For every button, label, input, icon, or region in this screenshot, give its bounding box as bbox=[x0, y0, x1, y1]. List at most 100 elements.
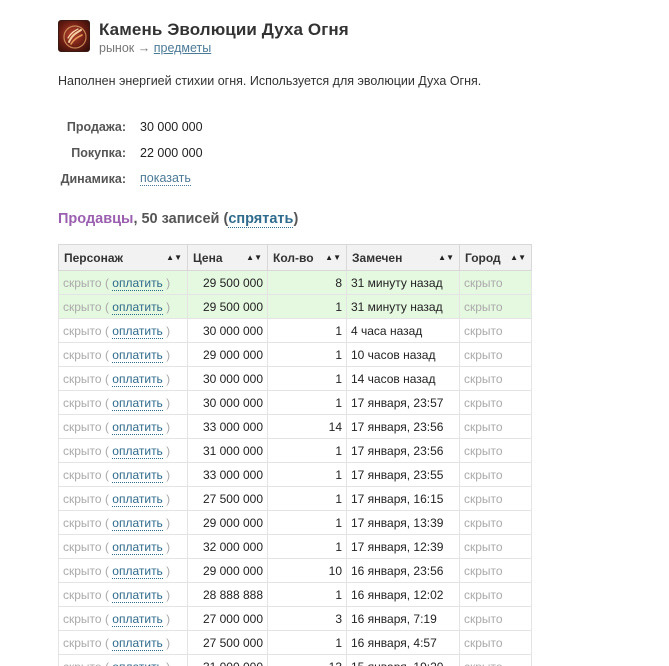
seen-cell: 16 января, 23:56 bbox=[346, 558, 460, 583]
page-title: Камень Эволюции Духа Огня bbox=[99, 20, 349, 39]
pay-link[interactable]: оплатить bbox=[112, 539, 163, 555]
hide-sellers-link[interactable]: спрятать bbox=[228, 211, 294, 228]
hidden-name: скрыто bbox=[63, 395, 102, 410]
table-row: скрыто ( оплатить ) 30 000 000 1 4 часа наз… bbox=[58, 318, 532, 343]
sell-price-value: 30 000 000 bbox=[140, 120, 203, 134]
table-row: скрыто ( оплатить )31 000 0001315 января… bbox=[58, 654, 532, 666]
hidden-name: скрыто bbox=[63, 563, 102, 578]
pay-link[interactable]: оплатить bbox=[112, 587, 163, 603]
sellers-table: Персонаж ▲▼ Цена ▲▼ Кол-во ▲▼ Замечен ▲▼ Гор… bbox=[58, 244, 532, 666]
hidden-name: скрыто bbox=[63, 371, 102, 386]
city-cell: скрыто bbox=[459, 438, 532, 463]
table-row: скрыто ( оплатить ) 27 000 000 3 16 января,… bbox=[58, 606, 532, 631]
pay-link[interactable]: оплатить bbox=[112, 371, 163, 387]
quantity-cell: 10 bbox=[267, 558, 347, 583]
column-header-price[interactable]: Цена ▲▼ bbox=[187, 244, 268, 271]
seller-character-cell: скрыто ( оплатить ) bbox=[58, 294, 188, 319]
pay-link[interactable]: оплатить bbox=[112, 347, 163, 363]
pay-link[interactable]: оплатить bbox=[112, 395, 163, 411]
city-cell: скрыто bbox=[459, 366, 532, 391]
seen-cell: 17 января, 12:39 bbox=[346, 534, 460, 559]
price-cell: 30 000 000 bbox=[187, 318, 268, 343]
seen-cell: 17 января, 23:56 bbox=[346, 414, 460, 439]
hidden-name: скрыто bbox=[63, 515, 102, 530]
pay-link[interactable]: оплатить bbox=[112, 467, 163, 483]
hidden-name: скрыто bbox=[63, 587, 102, 602]
sellers-table-body: скрыто ( оплатить ) 29 500 000 8 31 минуту … bbox=[58, 270, 532, 666]
sellers-title: Продавцы bbox=[58, 211, 134, 227]
quantity-cell: 1 bbox=[267, 438, 347, 463]
seller-character-cell: скрыто ( оплатить ) bbox=[58, 606, 188, 631]
item-description: Наполнен энергией стихии огня. Используе… bbox=[58, 74, 482, 88]
table-row: скрыто ( оплатить ) 28 888 888 1 16 января,… bbox=[58, 582, 532, 607]
quantity-cell: 1 bbox=[267, 390, 347, 415]
city-cell: скрыто bbox=[459, 270, 532, 295]
seen-cell: 17 января, 13:39 bbox=[346, 510, 460, 535]
seller-character-cell: скрыто ( оплатить ) bbox=[58, 414, 188, 439]
breadcrumb-root: рынок bbox=[99, 41, 135, 55]
quantity-cell: 13 bbox=[267, 654, 347, 666]
pay-link[interactable]: оплатить bbox=[112, 635, 163, 651]
table-row: скрыто ( оплатить ) 27 500 000 1 17 января,… bbox=[58, 486, 532, 511]
city-cell: скрыто bbox=[459, 318, 532, 343]
table-row: скрыто ( оплатить ) 33 000 000 14 17 января… bbox=[58, 414, 532, 439]
city-cell: скрыто bbox=[459, 390, 532, 415]
column-header-seen[interactable]: Замечен ▲▼ bbox=[346, 244, 460, 271]
show-dynamics-link[interactable]: показать bbox=[140, 172, 191, 186]
hidden-name: скрыто bbox=[63, 347, 102, 362]
pay-link[interactable]: оплатить bbox=[112, 491, 163, 507]
dynamics-label: Динамика: bbox=[60, 172, 126, 186]
city-cell: скрыто bbox=[459, 654, 532, 666]
sellers-count: , 50 записей ( bbox=[133, 211, 229, 227]
breadcrumb-arrow: → bbox=[137, 41, 151, 55]
city-cell: скрыто bbox=[459, 606, 532, 631]
column-header-quantity[interactable]: Кол-во ▲▼ bbox=[267, 244, 347, 271]
pay-link[interactable]: оплатить bbox=[112, 323, 163, 339]
hidden-name: скрыто bbox=[63, 539, 102, 554]
pay-link[interactable]: оплатить bbox=[112, 611, 163, 627]
hidden-name: скрыто bbox=[63, 611, 102, 626]
quantity-cell: 1 bbox=[267, 294, 347, 319]
city-cell: скрыто bbox=[459, 558, 532, 583]
quantity-cell: 14 bbox=[267, 414, 347, 439]
pay-link[interactable]: оплатить bbox=[112, 515, 163, 531]
price-cell: 30 000 000 bbox=[187, 366, 268, 391]
table-row: скрыто ( оплатить ) 29 500 000 8 31 минуту … bbox=[58, 270, 532, 295]
seller-character-cell: скрыто ( оплатить ) bbox=[58, 438, 188, 463]
seller-character-cell: скрыто ( оплатить ) bbox=[58, 342, 188, 367]
table-row: скрыто ( оплатить ) 33 000 000 1 17 января,… bbox=[58, 462, 532, 487]
pay-link[interactable]: оплатить bbox=[112, 659, 163, 666]
dynamics-row: Динамика: показать bbox=[58, 166, 203, 192]
sort-icon: ▲▼ bbox=[166, 253, 182, 262]
pay-link[interactable]: оплатить bbox=[112, 443, 163, 459]
table-header-row: Персонаж ▲▼ Цена ▲▼ Кол-во ▲▼ Замечен ▲▼ Гор… bbox=[58, 244, 532, 271]
pay-link[interactable]: оплатить bbox=[112, 563, 163, 579]
price-cell: 27 000 000 bbox=[187, 606, 268, 631]
city-cell: скрыто bbox=[459, 294, 532, 319]
pay-link[interactable]: оплатить bbox=[112, 419, 163, 435]
seller-character-cell: скрыто ( оплатить ) bbox=[58, 390, 188, 415]
seen-cell: 10 часов назад bbox=[346, 342, 460, 367]
breadcrumb-link-items[interactable]: предметы bbox=[154, 41, 212, 55]
column-header-character[interactable]: Персонаж ▲▼ bbox=[58, 244, 188, 271]
table-row: скрыто ( оплатить ) 30 000 000 1 17 января,… bbox=[58, 390, 532, 415]
sellers-close-paren: ) bbox=[293, 211, 299, 227]
city-cell: скрыто bbox=[459, 630, 532, 655]
seller-character-cell: скрыто ( оплатить ) bbox=[58, 630, 188, 655]
price-cell: 29 000 000 bbox=[187, 342, 268, 367]
pay-link[interactable]: оплатить bbox=[112, 275, 163, 291]
quantity-cell: 1 bbox=[267, 630, 347, 655]
quantity-cell: 1 bbox=[267, 342, 347, 367]
seen-cell: 16 января, 7:19 bbox=[346, 606, 460, 631]
pay-link[interactable]: оплатить bbox=[112, 299, 163, 315]
seller-character-cell: скрыто ( оплатить ) bbox=[58, 366, 188, 391]
price-props: Продажа: 30 000 000 Покупка: 22 000 000 … bbox=[58, 114, 203, 192]
quantity-cell: 1 bbox=[267, 318, 347, 343]
table-row: скрыто ( оплатить ) 29 500 000 1 31 минуту … bbox=[58, 294, 532, 319]
item-header: Камень Эволюции Духа Огня рынок → предме… bbox=[58, 20, 349, 56]
city-cell: скрыто bbox=[459, 534, 532, 559]
hidden-name: скрыто bbox=[63, 299, 102, 314]
table-row: скрыто ( оплатить ) 29 000 000 1 10 часов н… bbox=[58, 342, 532, 367]
column-header-city[interactable]: Город ▲▼ bbox=[459, 244, 532, 271]
seen-cell: 31 минуту назад bbox=[346, 294, 460, 319]
